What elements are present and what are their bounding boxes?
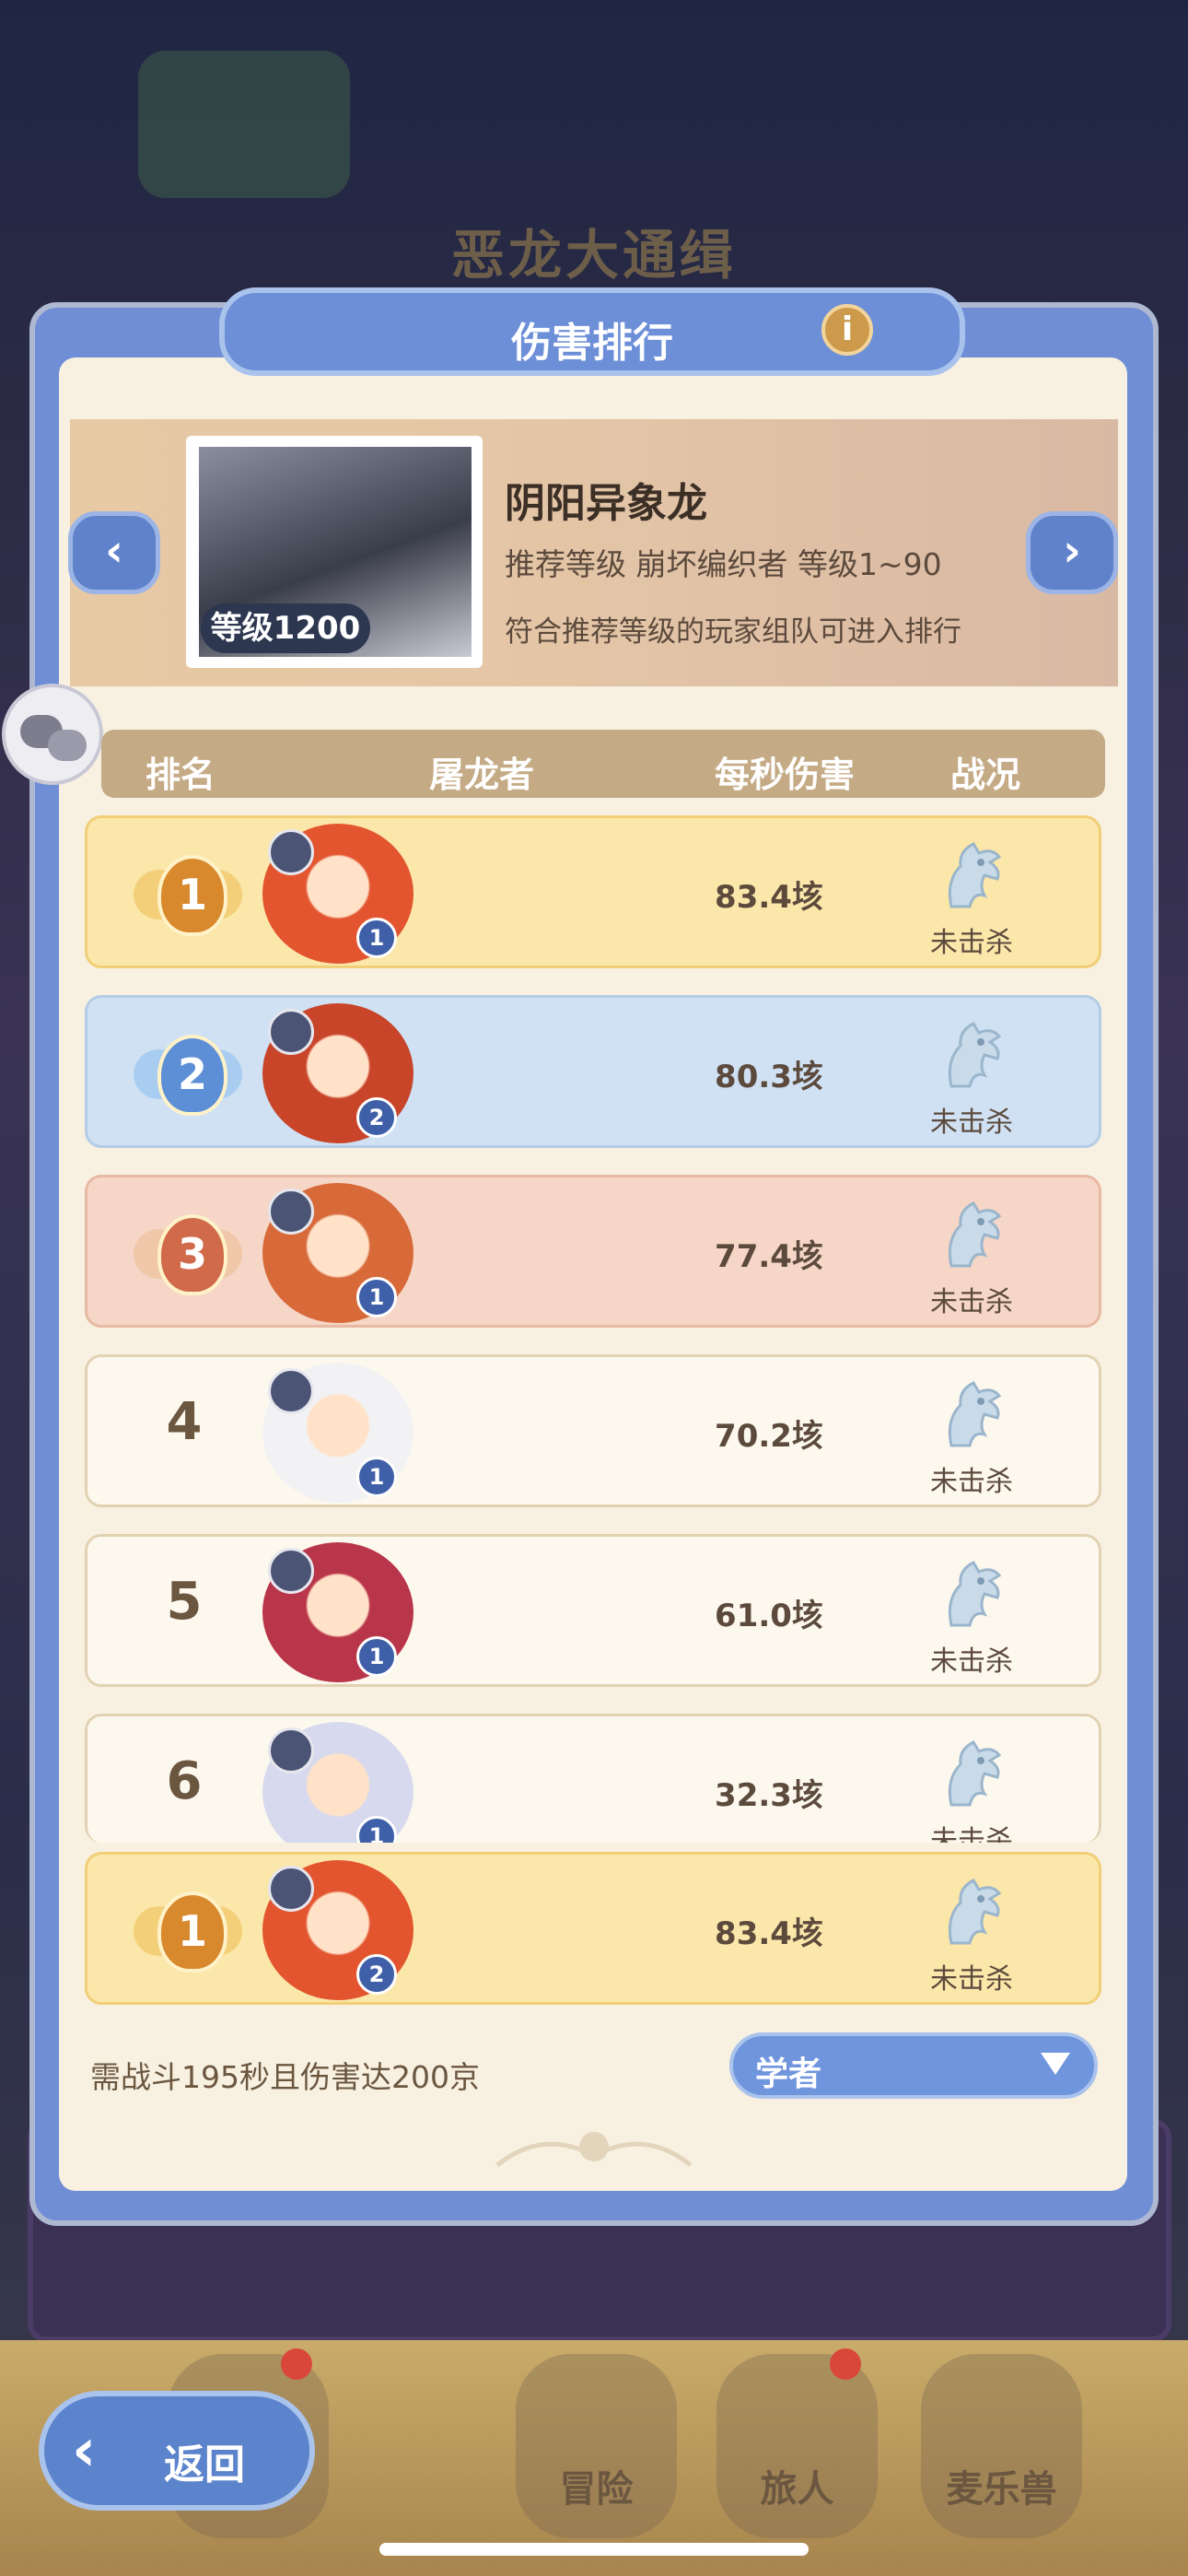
player-avatar[interactable]: 1 — [262, 1363, 413, 1503]
dragon-head-icon — [933, 1553, 1012, 1633]
rank-number: 6 — [166, 1751, 203, 1811]
kill-status: 未击杀 — [930, 927, 1013, 959]
player-avatar[interactable]: 1 — [262, 1542, 413, 1682]
player-avatar[interactable]: 2 — [262, 1860, 413, 2000]
nav-item-pets[interactable]: 麦乐兽 — [921, 2354, 1082, 2538]
dragon-head-icon — [933, 1374, 1012, 1453]
avatar-level-badge: 1 — [356, 1816, 397, 1843]
class-emblem-icon — [268, 1009, 314, 1055]
avatar-level-badge: 1 — [356, 1636, 397, 1677]
avatar-level-badge: 1 — [356, 1277, 397, 1317]
dragon-head-icon — [933, 1194, 1012, 1273]
rank-number: 4 — [166, 1392, 203, 1452]
class-emblem-icon — [268, 1727, 314, 1774]
damage-per-second: 32.3垓 — [715, 1777, 823, 1814]
info-icon[interactable]: i — [821, 304, 873, 356]
dropdown-value: 学者 — [755, 2055, 822, 2093]
my-ranking-row[interactable]: 1 2 83.4垓未击杀 — [85, 1852, 1101, 2005]
header-dps: 每秒伤害 — [715, 755, 856, 795]
kill-status: 未击杀 — [930, 1286, 1013, 1318]
table-row[interactable]: 3 1 77.4垓未击杀 — [85, 1175, 1101, 1328]
nav-item-traveler[interactable]: 旅人 — [716, 2348, 878, 2538]
class-emblem-icon — [268, 1866, 314, 1912]
boss-name: 阴阳异象龙 — [505, 480, 707, 527]
damage-per-second: 77.4垓 — [715, 1238, 823, 1275]
kill-status: 未击杀 — [930, 1107, 1013, 1139]
damage-per-second: 83.4垓 — [715, 1915, 823, 1952]
avatar-level-badge: 2 — [356, 1097, 397, 1138]
dragon-head-icon — [933, 1871, 1012, 1950]
table-row[interactable]: 6 1 32.3垓未击杀 — [85, 1714, 1101, 1843]
home-indicator[interactable] — [379, 2543, 809, 2556]
header-rank: 排名 — [146, 755, 216, 795]
dragon-head-icon — [933, 1733, 1012, 1812]
avatar-level-badge: 1 — [356, 918, 397, 958]
background-title: 恶龙大通缉 — [450, 224, 737, 287]
bronze-medal-icon: 3 — [134, 1198, 242, 1306]
player-avatar[interactable]: 1 — [262, 824, 413, 964]
damage-per-second: 83.4垓 — [715, 879, 823, 916]
next-boss-button[interactable]: › — [1026, 511, 1118, 594]
rank-number: 1 — [157, 855, 227, 936]
damage-per-second: 80.3垓 — [715, 1059, 823, 1095]
table-row[interactable]: 1 1 83.4垓未击杀 — [85, 815, 1101, 968]
player-avatar[interactable]: 1 — [262, 1183, 413, 1323]
damage-per-second: 61.0垓 — [715, 1598, 823, 1634]
table-row[interactable]: 5 1 61.0垓未击杀 — [85, 1534, 1101, 1687]
kill-status: 未击杀 — [930, 1645, 1013, 1678]
class-emblem-icon — [268, 1368, 314, 1414]
class-emblem-icon — [268, 829, 314, 875]
class-emblem-icon — [268, 1188, 314, 1235]
notification-badge — [281, 2348, 312, 2380]
boss-note: 符合推荐等级的玩家组队可进入排行 — [505, 615, 961, 649]
avatar-level-badge: 2 — [356, 1954, 397, 1995]
boss-level-badge: 等级1200 — [201, 603, 370, 653]
back-arrow-icon: ‹ — [72, 2417, 97, 2485]
rank-number: 3 — [157, 1214, 227, 1295]
table-row[interactable]: 4 1 70.2垓未击杀 — [85, 1354, 1101, 1507]
ornament-icon — [495, 2132, 693, 2167]
background-banner — [138, 51, 350, 198]
damage-per-second: 70.2垓 — [715, 1418, 823, 1455]
header-killer: 屠龙者 — [429, 755, 535, 795]
kill-status: 未击杀 — [930, 1825, 1013, 1843]
back-button[interactable]: ‹ 返回 — [39, 2391, 315, 2511]
rank-number: 5 — [166, 1572, 203, 1632]
class-emblem-icon — [268, 1548, 314, 1594]
dragon-head-icon — [933, 1014, 1012, 1094]
gold-medal-icon: 1 — [134, 1875, 242, 1984]
chat-icon[interactable] — [2, 684, 103, 785]
nav-item-adventure[interactable]: 冒险 — [516, 2354, 677, 2538]
player-avatar[interactable]: 2 — [262, 1003, 413, 1143]
kill-status: 未击杀 — [930, 1466, 1013, 1498]
rank-number: 1 — [157, 1891, 227, 1973]
rank-number: 2 — [157, 1035, 227, 1116]
dragon-head-icon — [933, 835, 1012, 914]
silver-medal-icon: 2 — [134, 1018, 242, 1127]
kill-status: 未击杀 — [930, 1963, 1013, 1996]
header-status: 战况 — [950, 755, 1021, 795]
table-row[interactable]: 2 2 80.3垓未击杀 — [85, 995, 1101, 1148]
gold-medal-icon: 1 — [134, 838, 242, 947]
notification-badge — [830, 2348, 861, 2380]
prev-boss-button[interactable]: ‹ — [68, 511, 160, 594]
boss-recommendation: 推荐等级 崩坏编织者 等级1~90 — [505, 546, 942, 582]
avatar-level-badge: 1 — [356, 1457, 397, 1497]
chevron-down-icon — [1041, 2053, 1070, 2075]
ranking-requirement: 需战斗195秒且伤害达200京 — [90, 2059, 480, 2095]
class-filter-dropdown[interactable]: 学者 — [729, 2032, 1098, 2099]
player-avatar[interactable]: 1 — [262, 1722, 413, 1843]
